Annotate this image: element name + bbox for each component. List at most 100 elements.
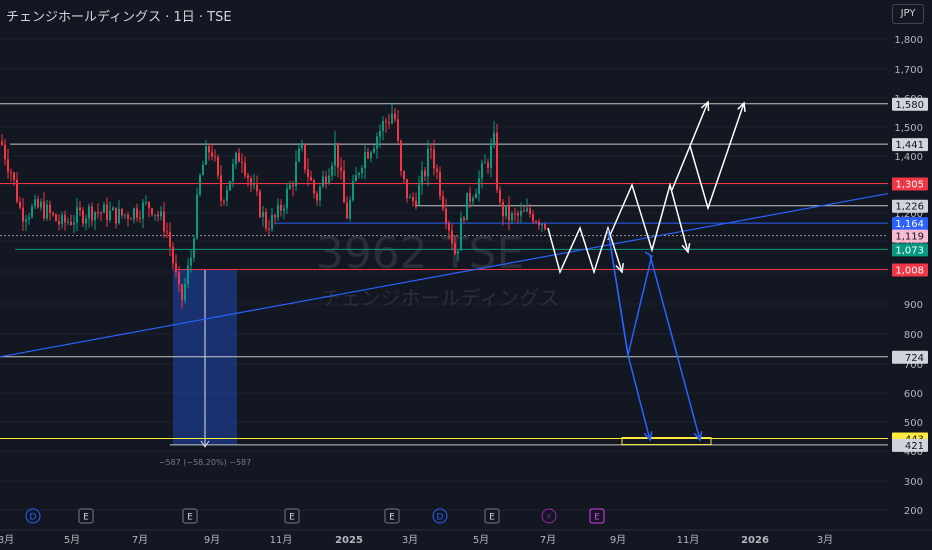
price-tag-label: 1,441 (895, 140, 924, 151)
candle-body (346, 202, 348, 219)
candle-body (298, 148, 300, 162)
candle-body (22, 207, 24, 222)
candle-body (220, 175, 222, 201)
candle-body (418, 184, 420, 206)
x-tick-label: 3月 (817, 534, 833, 546)
candle-body (55, 214, 57, 221)
candle-body (25, 219, 27, 222)
candle-body (430, 148, 432, 150)
candle-body (16, 179, 18, 202)
candle-body (145, 202, 147, 204)
candle-body (484, 162, 486, 164)
candle-body (151, 208, 153, 215)
x-tick-label: 2025 (335, 535, 363, 546)
candle-body (505, 204, 507, 217)
candle-body (124, 214, 126, 216)
candle-body (481, 163, 483, 179)
currency-button[interactable]: JPY (892, 4, 924, 24)
candle-body (232, 164, 234, 182)
candle-body (82, 210, 84, 224)
candle-body (85, 218, 87, 224)
candle-body (457, 250, 459, 254)
candle-body (520, 210, 522, 216)
candle-body (229, 181, 231, 191)
candle-body (310, 176, 312, 181)
candle-body (364, 151, 366, 169)
candle-body (472, 198, 474, 202)
price-tag-label: 1,305 (895, 180, 924, 191)
projection-path-blue (644, 251, 701, 441)
event-marker-label: D (437, 513, 444, 523)
candle-body (376, 136, 378, 149)
candle-body (58, 220, 60, 225)
candle-body (130, 218, 132, 220)
candle-body (301, 143, 303, 149)
x-tick-label: 3月 (0, 534, 14, 546)
candle-body (370, 152, 372, 159)
candle-body (238, 152, 240, 162)
candle-body (250, 178, 252, 186)
candle-body (121, 208, 123, 216)
candle-body (142, 202, 144, 219)
price-tag-label: 1,226 (895, 202, 924, 213)
candle-body (409, 197, 411, 199)
x-tick-label: 11月 (270, 534, 293, 546)
event-marker-label: D (30, 513, 37, 523)
candle-body (313, 180, 315, 194)
candle-body (13, 172, 15, 180)
candle-body (340, 167, 342, 171)
candle-body (307, 169, 309, 177)
candle-body (19, 201, 21, 208)
candle-body (295, 161, 297, 187)
candle-body (436, 168, 438, 172)
candle-body (175, 263, 177, 272)
candle-body (199, 175, 201, 195)
candle-body (265, 211, 267, 229)
candle-body (241, 161, 243, 163)
candle-body (223, 200, 225, 202)
candle-body (466, 192, 468, 221)
y-tick-label: 300 (904, 477, 923, 488)
candle-body (343, 170, 345, 203)
event-marker-label: E (389, 513, 395, 523)
price-tag-label: 1,008 (895, 266, 924, 277)
candle-body (433, 149, 435, 169)
candle-body (451, 230, 453, 244)
candle-body (379, 130, 381, 137)
candle-body (235, 152, 237, 165)
candle-body (493, 132, 495, 146)
candle-body (469, 192, 471, 202)
candle-body (64, 214, 66, 223)
candle-body (439, 171, 441, 197)
candle-body (349, 200, 351, 219)
candle-body (247, 175, 249, 179)
candle-body (544, 223, 546, 230)
candle-body (517, 213, 519, 216)
candle-body (181, 284, 183, 301)
x-tick-label: 9月 (204, 534, 220, 546)
candle-body (283, 208, 285, 211)
candle-body (475, 193, 477, 199)
candle-body (331, 165, 333, 176)
candle-body (286, 188, 288, 209)
candle-body (97, 212, 99, 214)
event-marker-label: E (187, 513, 193, 523)
candle-body (412, 197, 414, 201)
candle-body (334, 142, 336, 166)
x-tick-label: 7月 (540, 534, 556, 546)
candle-body (46, 204, 48, 219)
y-tick-label: 900 (904, 300, 923, 311)
candle-body (91, 206, 93, 221)
price-chart[interactable]: 3962 TSEチェンジホールディングス−587 (−58.20%) −5872… (0, 0, 932, 550)
candle-body (304, 143, 306, 170)
candle-body (76, 207, 78, 223)
y-tick-label: 1,500 (894, 123, 923, 134)
chart-title: チェンジホールディングス · 1日 · TSE (6, 10, 232, 25)
candle-body (196, 194, 198, 239)
candle-body (202, 164, 204, 176)
candle-body (208, 146, 210, 153)
candle-body (88, 206, 90, 219)
candle-body (52, 212, 54, 215)
candle-body (391, 113, 393, 124)
candle-body (40, 201, 42, 208)
